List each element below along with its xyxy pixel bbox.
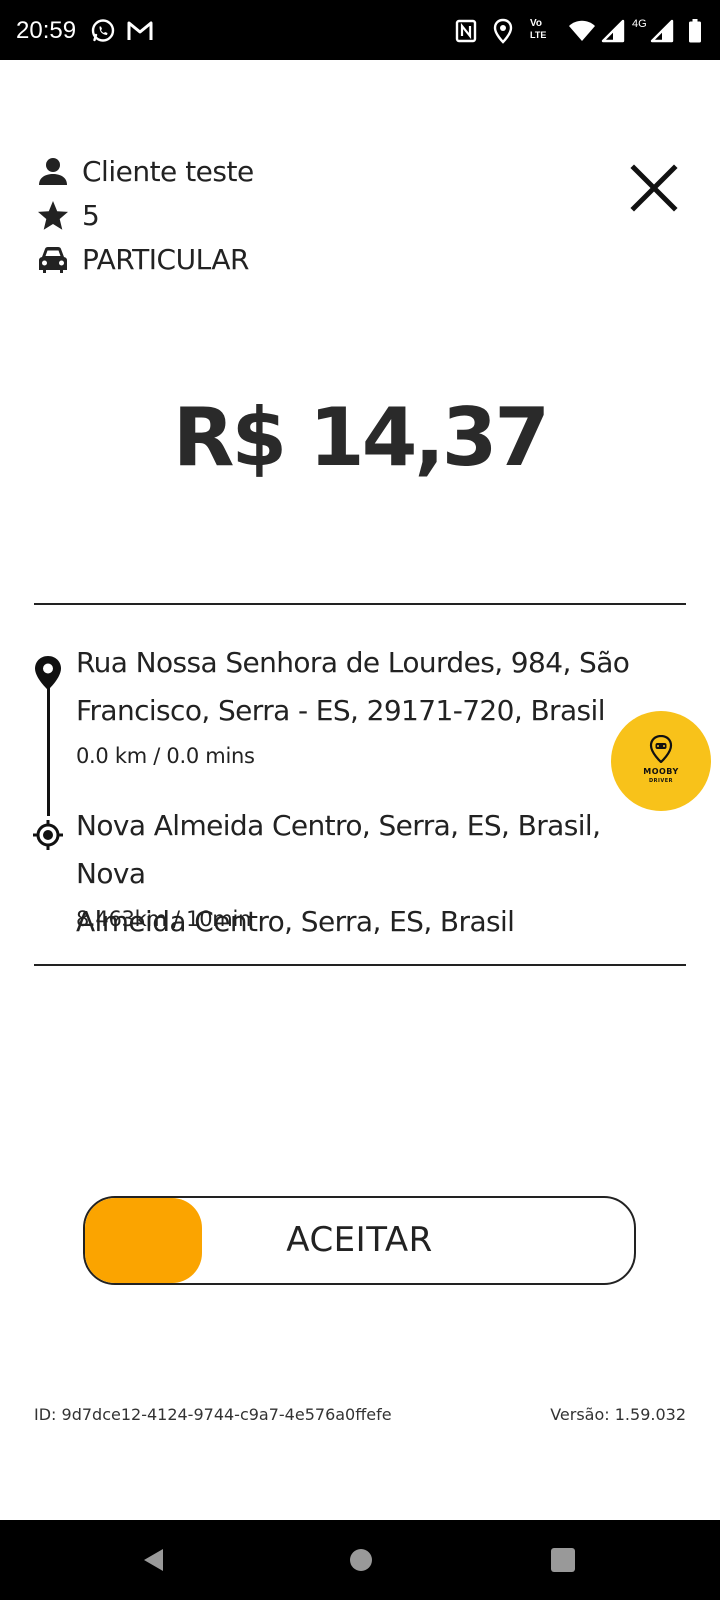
mooby-driver-badge[interactable]: MOOBY DRIVER [611,711,711,811]
wifi-icon [569,20,595,41]
pickup-address: Rua Nossa Senhora de Lourdes, 984, São F… [76,639,636,735]
status-bar: 20:59 Vo LTE 4G [0,0,720,60]
close-button[interactable] [624,158,684,218]
close-icon [630,164,678,212]
destination-distance-time: 8.463km / 10min [76,907,251,931]
volte-top-text: Vo [530,18,543,29]
destination-address-line1: Nova Almeida Centro, Serra, ES, Brasil, … [76,809,601,890]
mooby-title: MOOBY [643,767,679,776]
volte-icon: Vo LTE [528,18,554,44]
network-type-label: 4G [632,18,647,30]
recents-icon [551,1548,575,1572]
nfc-icon [455,19,477,43]
route-connector-line [47,688,50,816]
accept-slider-handle[interactable] [85,1198,202,1283]
ride-price: R$ 14,37 [172,391,550,484]
volte-bottom-text: LTE [530,30,547,40]
app-version: Versão: 1.59.032 [550,1405,686,1424]
client-name: Cliente teste [82,155,254,188]
person-icon [39,158,67,185]
back-button[interactable] [136,1542,172,1578]
ride-id: ID: 9d7dce12-4124-9744-c9a7-4e576a0ffefe [34,1405,392,1424]
destination-target-icon [33,820,63,850]
home-button[interactable] [343,1542,379,1578]
pickup-address-line2: Francisco, Serra - ES, 29171-720, Brasil [76,694,605,727]
client-rating: 5 [82,199,100,232]
navigation-bar [0,1520,720,1600]
client-rating-row: 5 [36,196,100,236]
pickup-pin-icon [35,656,61,690]
mooby-logo-icon [649,735,673,763]
recents-button[interactable] [545,1542,581,1578]
star-icon [38,201,68,230]
vehicle-category-row: PARTICULAR [36,240,249,280]
client-name-row: Cliente teste [36,152,254,192]
pickup-address-line1: Rua Nossa Senhora de Lourdes, 984, São [76,646,630,679]
pickup-distance-time: 0.0 km / 0.0 mins [76,744,255,768]
vehicle-category: PARTICULAR [82,243,249,276]
whatsapp-icon [91,19,115,42]
back-icon [144,1549,163,1571]
battery-icon [689,19,701,43]
mooby-subtitle: DRIVER [649,778,673,784]
signal-icon [601,19,625,43]
bottom-divider [34,964,686,966]
gmail-icon [127,21,153,40]
car-icon [39,247,67,273]
home-icon [350,1549,372,1571]
top-divider [34,603,686,605]
ride-request-screen: 20:59 Vo LTE 4G Cliente teste 5 PARTICUL… [0,0,720,1600]
status-time: 20:59 [16,17,77,44]
location-icon [493,18,513,44]
signal-4g-icon [650,19,674,43]
accept-slider[interactable]: ACEITAR [83,1196,636,1285]
